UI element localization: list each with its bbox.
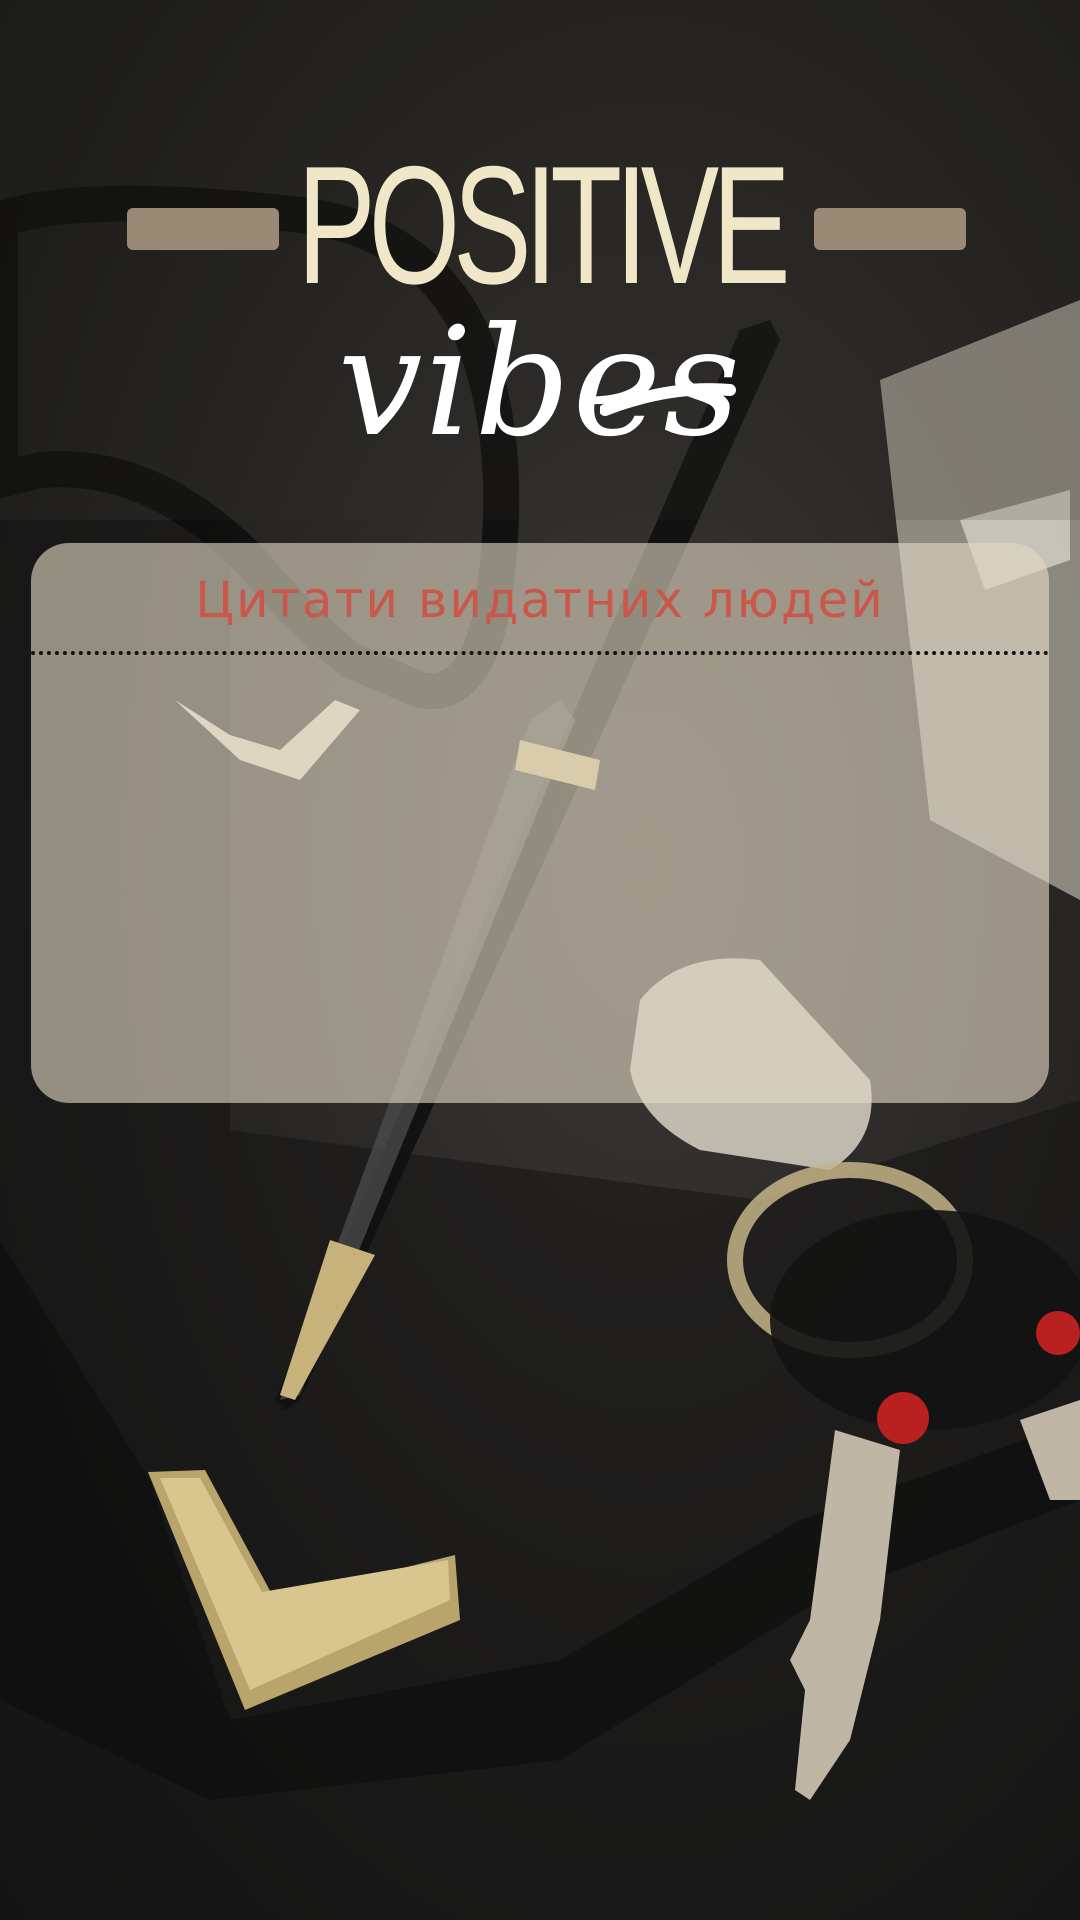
title-right-bar <box>814 208 966 250</box>
app-screen: POSITIVE vibes Цитати видатних людей <box>0 0 1080 1920</box>
title-positive: POSITIVE <box>296 131 790 319</box>
card-title: Цитати видатних людей <box>195 571 885 629</box>
quotes-card: Цитати видатних людей <box>31 543 1049 1103</box>
quote-body[interactable] <box>31 657 1049 1103</box>
title-positive-group: POSITIVE <box>0 131 1080 319</box>
card-divider <box>31 651 1049 655</box>
title-vibes: vibes <box>337 296 743 470</box>
title-left-bar <box>127 208 279 250</box>
vibes-swoosh <box>600 383 736 416</box>
